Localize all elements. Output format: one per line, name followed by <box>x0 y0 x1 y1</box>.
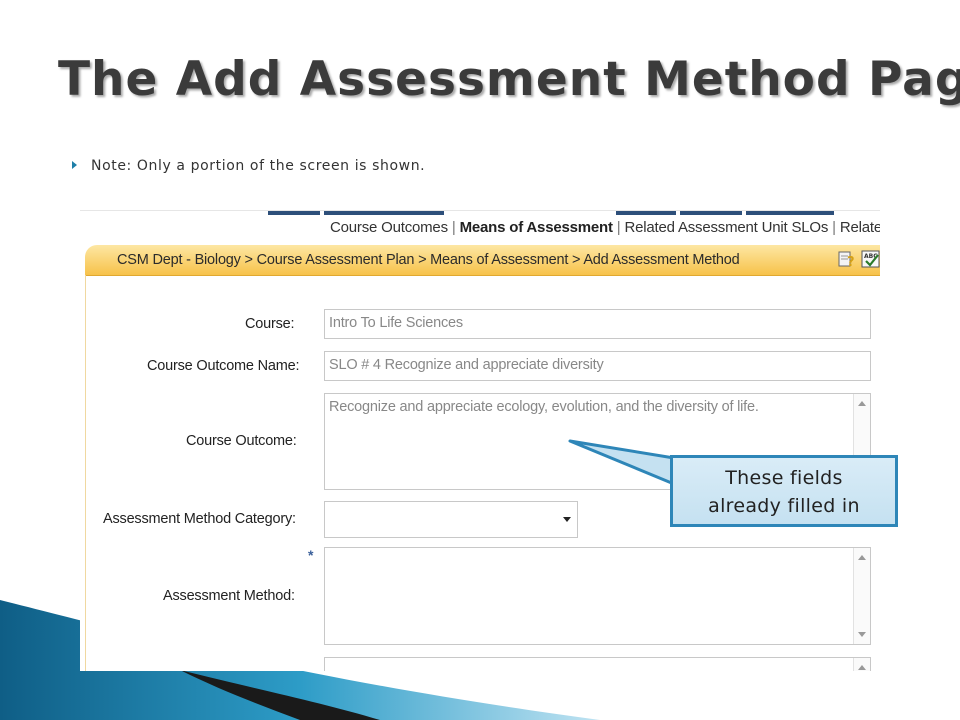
tab-bar: Course Outcomes | Means of Assessment | Rela… <box>80 211 880 243</box>
scroll-up-icon[interactable] <box>858 665 866 670</box>
scrollbar[interactable] <box>853 658 870 671</box>
bullet-arrow-icon <box>72 161 77 169</box>
breadcrumb-tools: ? ABC <box>837 249 880 269</box>
tab-top-mark <box>268 211 320 215</box>
tab-top-mark <box>616 211 676 215</box>
breadcrumb-bar: CSM Dept - Biology > Course Assessment P… <box>85 245 880 276</box>
annotation-callout: These fields already filled in <box>670 455 898 527</box>
tab-separator: | <box>832 219 836 236</box>
tab-top-mark <box>746 211 834 215</box>
help-icon[interactable]: ? <box>837 249 857 269</box>
screenshot-panel: Course Outcomes | Means of Assessment | Rela… <box>80 210 880 671</box>
scroll-up-icon[interactable] <box>858 401 866 406</box>
scroll-down-icon[interactable] <box>858 632 866 637</box>
tab-top-mark <box>680 211 742 215</box>
tab-related-slo[interactable]: Related SLO <box>840 219 880 236</box>
course-outcome-name-field[interactable]: SLO # 4 Recognize and appreciate diversi… <box>324 351 871 381</box>
tab-course-outcomes[interactable]: Course Outcomes <box>330 219 448 236</box>
spellcheck-icon[interactable]: ABC <box>861 249 880 269</box>
course-label: Course: <box>245 316 295 332</box>
assessment-method-category-select[interactable] <box>324 501 578 538</box>
breadcrumb: CSM Dept - Biology > Course Assessment P… <box>117 252 740 268</box>
svg-text:?: ? <box>847 255 855 269</box>
tab-top-mark <box>324 211 444 215</box>
slide-note: Note: Only a portion of the screen is sh… <box>72 158 425 174</box>
slide-title: The Add Assessment Method Page <box>58 52 960 107</box>
tab-separator: | <box>616 219 621 236</box>
assessment-method-label: Assessment Method: <box>163 588 295 604</box>
tab-related-assessment-unit-slos[interactable]: Related Assessment Unit SLOs <box>625 219 829 236</box>
scrollbar[interactable] <box>853 548 870 644</box>
course-outcome-name-label: Course Outcome Name: <box>147 358 300 374</box>
chevron-down-icon[interactable] <box>563 517 571 522</box>
course-outcome-label: Course Outcome: <box>186 433 297 449</box>
course-field[interactable]: Intro To Life Sciences <box>324 309 871 339</box>
callout-line-2: already filled in <box>708 495 860 517</box>
tab-list: Course Outcomes | Means of Assessment | Rela… <box>330 219 880 236</box>
callout-line-1: These fields <box>725 467 843 489</box>
slide-note-text: Note: Only a portion of the screen is sh… <box>91 158 426 174</box>
course-outcome-text: Recognize and appreciate ecology, evolut… <box>329 399 759 415</box>
assessment-method-textarea[interactable] <box>324 547 871 645</box>
assessment-method-category-label: Assessment Method Category: <box>103 511 296 527</box>
scroll-up-icon[interactable] <box>858 555 866 560</box>
tab-means-of-assessment[interactable]: Means of Assessment <box>460 219 613 236</box>
tab-separator: | <box>451 219 456 236</box>
required-mark: * <box>308 547 314 563</box>
next-textarea-partial[interactable] <box>324 657 871 671</box>
